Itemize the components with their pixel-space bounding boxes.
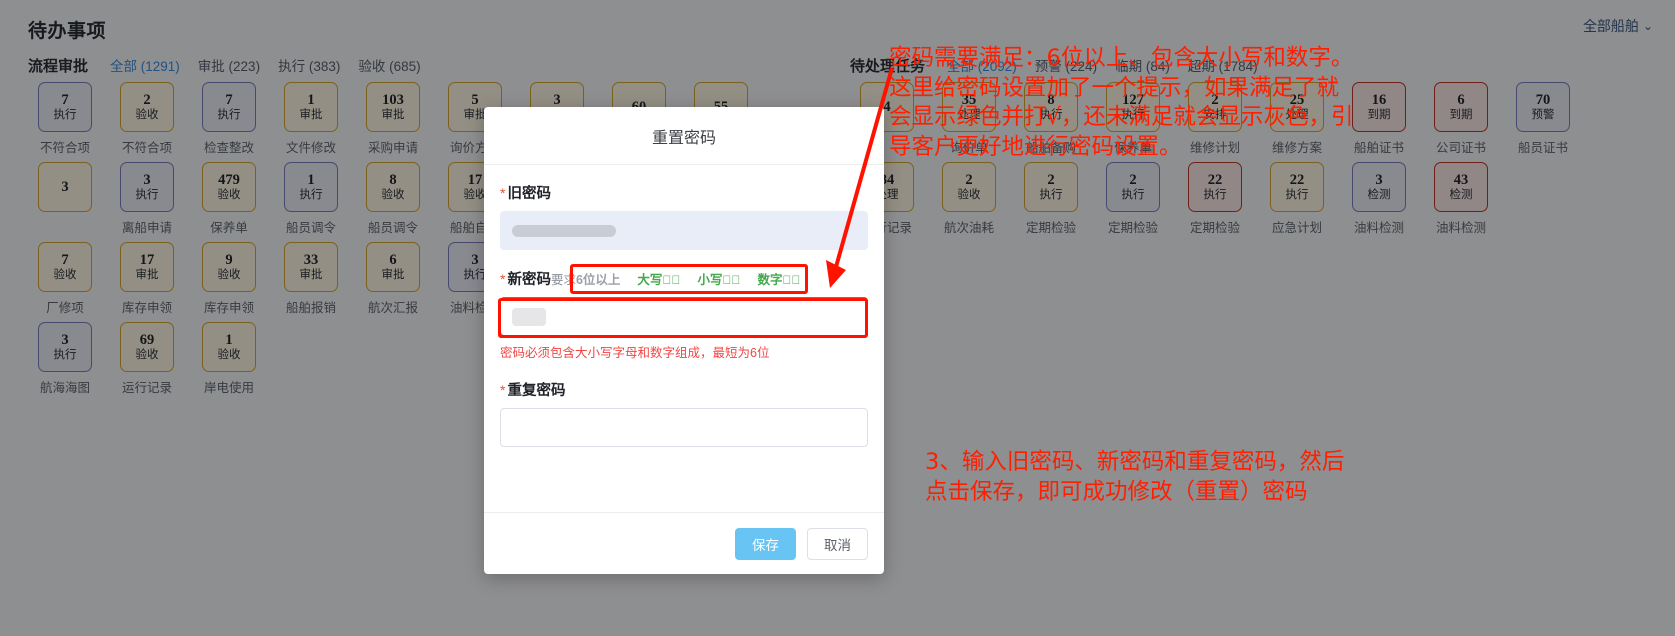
save-button[interactable]: 保存 — [735, 527, 796, 560]
repeat-password-field: * 重复密码 — [500, 379, 868, 447]
new-password-error: 密码必须包含大小写字母和数字组成，最短为6位 — [500, 346, 770, 360]
password-rule-satisfied: 大写✓⃝ — [637, 273, 681, 287]
password-rule-indicators: 6位以上 大写✓⃝ 小写✓⃝ 数字✓⃝ — [576, 269, 815, 288]
new-password-label-text: 新密码 — [507, 272, 551, 288]
required-asterisk: * — [500, 185, 506, 201]
screen: 待办事项 全部船舶 ⌄ 流程审批 全部 (1291) 审批 (223) 执行 (38… — [0, 0, 1675, 636]
old-password-label-text: 旧密码 — [507, 186, 551, 202]
dialog-title: 重置密码 — [484, 107, 884, 165]
password-rule-unsatisfied: 6位以上 — [575, 273, 621, 287]
password-rule-satisfied: 小写✓⃝ — [697, 273, 741, 287]
masked-value — [512, 307, 546, 326]
check-circle-icon: ✓⃝ — [722, 273, 741, 287]
check-circle-icon: ✓⃝ — [662, 273, 681, 287]
old-password-input[interactable] — [500, 211, 868, 250]
old-password-field: * 旧密码 — [500, 182, 868, 250]
new-password-label: * 新密码 要求 6位以上 大写✓⃝ 小写✓⃝ 数字✓⃝ — [500, 268, 868, 289]
password-rule-satisfied: 数字✓⃝ — [757, 273, 801, 287]
new-password-input[interactable] — [500, 297, 868, 336]
repeat-password-label: * 重复密码 — [500, 379, 868, 400]
reset-password-dialog: 重置密码 * 旧密码 * 新密码 要求 6位以上 大写✓⃝ 小写✓⃝ 数字✓⃝ — [484, 107, 884, 574]
dialog-footer: 保存 取消 — [484, 512, 884, 574]
new-password-field: * 新密码 要求 6位以上 大写✓⃝ 小写✓⃝ 数字✓⃝ 密码必须包含大小写字母和数字… — [500, 268, 868, 361]
required-asterisk: * — [500, 382, 506, 398]
old-password-label: * 旧密码 — [500, 182, 868, 203]
check-circle-icon: ✓⃝ — [782, 273, 801, 287]
required-asterisk: * — [500, 271, 506, 287]
dialog-body: * 旧密码 * 新密码 要求 6位以上 大写✓⃝ 小写✓⃝ 数字✓⃝ 密码必须包… — [484, 165, 884, 512]
masked-value — [512, 224, 616, 237]
repeat-password-input[interactable] — [500, 408, 868, 447]
cancel-button[interactable]: 取消 — [807, 527, 868, 560]
repeat-password-label-text: 重复密码 — [507, 383, 566, 399]
requirement-prefix: 要求 — [550, 273, 576, 287]
